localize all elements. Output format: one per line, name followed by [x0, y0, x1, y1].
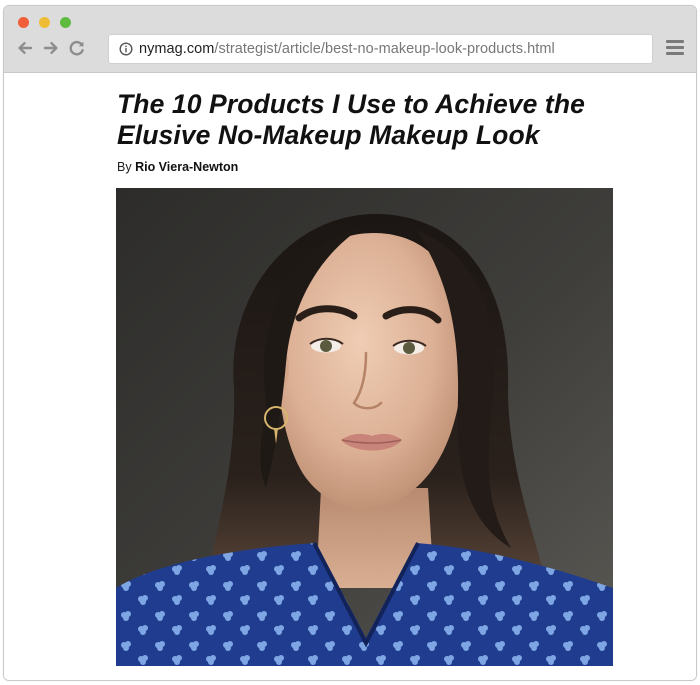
url-text[interactable]: nymag.com/strategist/article/best-no-mak… — [139, 41, 555, 57]
byline: By Rio Viera-Newton — [117, 160, 238, 174]
browser-toolbar: nymag.com/strategist/article/best-no-mak… — [4, 6, 696, 73]
reload-icon[interactable] — [67, 38, 87, 58]
byline-prefix: By — [117, 160, 136, 174]
browser-window: nymag.com/strategist/article/best-no-mak… — [3, 5, 697, 681]
hero-photo — [116, 188, 613, 666]
info-icon[interactable] — [119, 42, 133, 56]
forward-arrow-icon[interactable] — [41, 38, 61, 58]
article-title: The 10 Products I Use to Achieve the Elu… — [117, 89, 585, 150]
minimize-window-button[interactable] — [39, 17, 50, 28]
url-path: /strategist/article/best-no-makeup-look-… — [214, 41, 555, 57]
close-window-button[interactable] — [18, 17, 29, 28]
hamburger-menu-icon[interactable] — [666, 40, 684, 58]
url-host: nymag.com — [139, 41, 215, 57]
address-bar[interactable]: nymag.com/strategist/article/best-no-mak… — [108, 34, 653, 64]
author-name[interactable]: Rio Viera-Newton — [135, 160, 238, 174]
back-arrow-icon[interactable] — [15, 38, 35, 58]
page-content: The 10 Products I Use to Achieve the Elu… — [4, 73, 696, 680]
zoom-window-button[interactable] — [60, 17, 71, 28]
